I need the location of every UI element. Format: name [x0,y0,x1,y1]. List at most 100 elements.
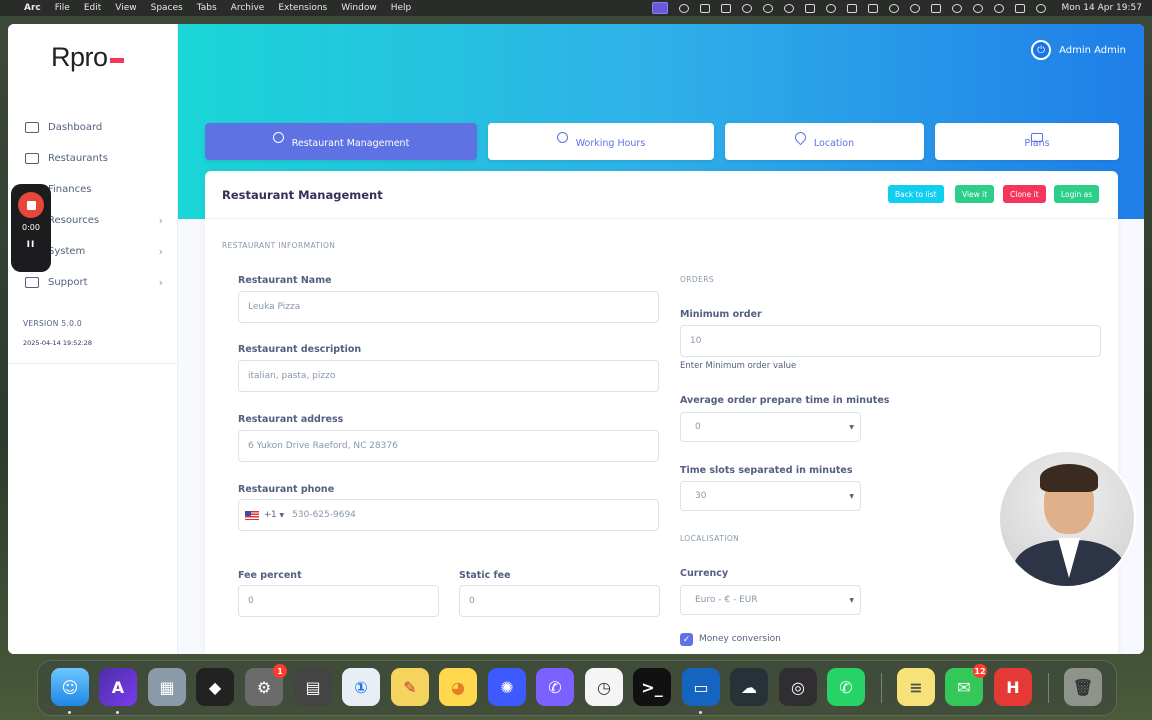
restaurant-name-input[interactable]: Leuka Pizza [238,291,659,323]
browser-window: Rpro Dashboard Restaurants Finances Reso… [8,24,1144,654]
menu-app[interactable]: Arc [24,3,41,13]
running-indicator [116,711,119,714]
user-name: Admin Admin [1059,44,1126,56]
menu-file[interactable]: File [55,3,70,13]
chat-icon[interactable] [805,3,816,13]
minimum-order-input[interactable]: 10 [680,325,1101,357]
money-conversion-label: Money conversion [699,634,781,644]
tab-working-hours[interactable]: Working Hours [488,123,714,160]
terminal-icon[interactable]: >_ [633,668,671,706]
cloud-app-icon[interactable]: ☁ [730,668,768,706]
tab-restaurant-management[interactable]: Restaurant Management [205,123,477,160]
box-app-icon[interactable]: ◆ [196,668,234,706]
restaurant-phone-label: Restaurant phone [238,484,335,495]
play-icon[interactable] [826,3,837,13]
menu-help[interactable]: Help [391,3,412,13]
volume-icon[interactable] [889,3,900,13]
currency-select[interactable]: Euro - € - EUR ▼ [680,585,861,615]
user-menu[interactable]: ⏻ Admin Admin [1031,40,1126,60]
finder-icon[interactable]: ☺ [51,668,89,706]
restaurant-phone-input[interactable]: +1 ▼ 530-625-9694 [238,499,659,531]
fee-percent-input[interactable]: 0 [238,585,439,617]
affinity-designer-icon[interactable]: A [99,668,137,706]
sidebar-item-label: Restaurants [48,153,108,164]
menu-archive[interactable]: Archive [231,3,265,13]
wifi-icon[interactable] [973,3,984,13]
notes-icon[interactable]: ≡ [897,668,935,706]
pause-recording-button[interactable]: II [27,240,36,250]
screen-recorder-icon[interactable] [652,2,669,14]
pinterest-icon[interactable] [784,3,795,13]
menu-view[interactable]: View [115,3,136,13]
currency-label: Currency [680,568,729,579]
sidebar-item-restaurants[interactable]: Restaurants [8,143,178,174]
prep-time-select[interactable]: 0 ▼ [680,412,861,442]
logo[interactable]: Rpro [51,42,124,73]
menu-extensions[interactable]: Extensions [278,3,327,13]
search-icon[interactable] [952,3,963,13]
time-slots-value: 30 [695,491,707,501]
clock-icon [556,132,568,143]
tab-bar: Restaurant Management Working Hours Loca… [205,123,1119,160]
siri-icon[interactable] [1036,3,1047,13]
preview-icon[interactable]: ▭ [682,668,720,706]
launchpad-icon[interactable]: ▦ [148,668,186,706]
sidebar-item-dashboard[interactable]: Dashboard [8,112,178,143]
menu-edit[interactable]: Edit [84,3,101,13]
restaurant-description-input[interactable]: italian, pasta, pizzo [238,360,659,392]
sync-icon[interactable] [679,3,690,13]
money-conversion-checkbox[interactable]: ✓ [680,633,693,646]
sketchbook-icon[interactable]: ✎ [391,668,429,706]
trash-icon[interactable]: 🗑 [1064,668,1102,706]
restaurant-description-label: Restaurant description [238,344,362,355]
database-icon[interactable] [721,3,732,13]
menu-spaces[interactable]: Spaces [151,3,183,13]
tab-label: Restaurant Management [291,138,410,149]
version-label: VERSION 5.0.0 [23,319,82,328]
notification-badge: 1 [273,664,287,678]
h-app-icon[interactable]: H [994,668,1032,706]
bluetooth-icon[interactable] [994,3,1005,13]
stop-recording-button[interactable] [18,192,44,218]
chevron-down-icon: ▼ [279,511,285,519]
menubar-clock[interactable]: Mon 14 Apr 19:57 [1061,3,1142,13]
brightness-icon[interactable] [742,3,753,13]
menu-window[interactable]: Window [341,3,377,13]
cyberduck-icon[interactable]: ◕ [439,668,477,706]
menu-tabs[interactable]: Tabs [197,3,217,13]
extension-icon[interactable] [700,3,711,13]
cloud-icon[interactable] [763,3,774,13]
tab-location[interactable]: Location [725,123,924,160]
clock-app-icon[interactable]: ◷ [585,668,623,706]
restaurant-address-input[interactable]: 6 Yukon Drive Raeford, NC 28376 [238,430,659,462]
card-header: Restaurant Management Back to list View … [205,171,1118,219]
clone-it-button[interactable]: Clone it [1003,185,1046,203]
obs-icon[interactable]: ◎ [779,668,817,706]
tab-plans[interactable]: Plans [935,123,1119,160]
sidebar-item-label: Resources [48,215,100,226]
sunflower-app-icon[interactable]: ✺ [488,668,526,706]
restaurant-name-label: Restaurant Name [238,275,332,286]
view-it-button[interactable]: View it [955,185,995,203]
control-center-icon[interactable] [1015,3,1026,13]
system-settings-icon[interactable]: ⚙ 1 [245,664,287,706]
battery-icon[interactable] [868,3,879,13]
whatsapp-icon[interactable]: ✆ [827,668,865,706]
user-icon[interactable] [910,3,921,13]
time-slots-label: Time slots separated in minutes [680,465,853,476]
calculator-icon[interactable]: ▤ [294,668,332,706]
chevron-down-icon: ▼ [849,597,854,604]
messages-icon[interactable]: ✉ 12 [945,664,987,706]
input-source-icon[interactable] [931,3,942,13]
time-slots-select[interactable]: 30 ▼ [680,481,861,511]
login-as-button[interactable]: Login as [1054,185,1100,203]
country-code-selector[interactable]: +1 ▼ [245,510,284,520]
back-to-list-button[interactable]: Back to list [888,185,944,203]
viber-icon[interactable]: ✆ [536,668,574,706]
running-indicator [699,711,702,714]
window-icon[interactable] [847,3,858,13]
country-code: +1 [264,510,277,520]
1password-icon[interactable]: ① [342,668,380,706]
static-fee-input[interactable]: 0 [459,585,660,617]
fee-percent-label: Fee percent [238,570,302,581]
